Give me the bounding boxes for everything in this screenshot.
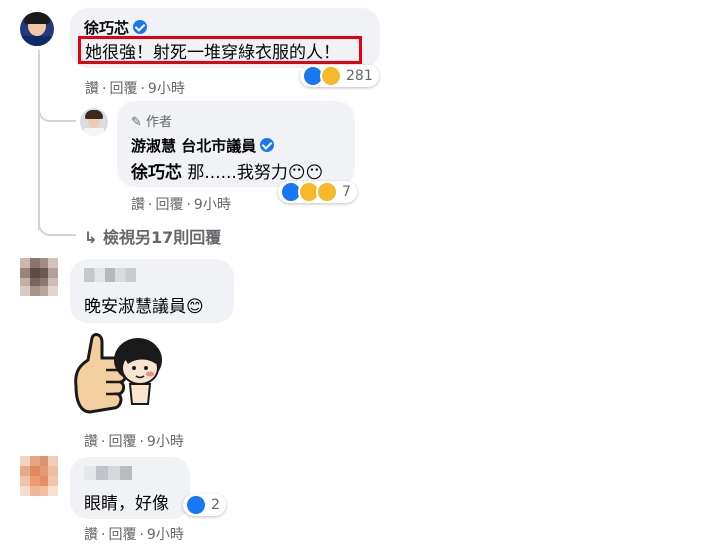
author-badge: ✎ 作者 xyxy=(131,115,173,130)
wow-icon xyxy=(316,181,338,203)
haha-icon xyxy=(320,65,342,87)
thread-line xyxy=(38,50,40,230)
avatar[interactable] xyxy=(20,12,54,46)
comment-text: 晚安淑慧議員😊 xyxy=(84,297,204,317)
reply-arrow-icon: ↳ xyxy=(84,228,98,247)
verified-badge-icon xyxy=(133,20,148,34)
like-icon xyxy=(185,494,207,516)
verified-badge-icon xyxy=(260,138,275,152)
comment-actions: 讚 · 回覆 · 9小時 xyxy=(84,431,184,451)
comment-actions: 讚 · 回覆 · 9小時 xyxy=(84,524,184,544)
mention-link[interactable]: 徐巧芯 xyxy=(131,163,182,183)
comment-actions: 讚 · 回覆 · 9小時 xyxy=(131,194,231,214)
view-more-replies-link[interactable]: ↳ 檢視另17則回覆 xyxy=(84,224,221,248)
comment-text-body: 那......我努力 xyxy=(182,163,288,183)
comment-text: 眼睛，好像 xyxy=(84,494,169,514)
comment-author[interactable]: 游淑慧 台北市議員 xyxy=(131,135,275,156)
comment-author[interactable]: 徐巧芯 xyxy=(84,17,148,38)
like-button[interactable]: 讚 xyxy=(85,78,99,98)
like-button[interactable]: 讚 xyxy=(131,194,145,214)
reply-button[interactable]: 回覆 xyxy=(155,194,183,214)
thread-curve xyxy=(38,216,76,236)
like-button[interactable]: 讚 xyxy=(84,431,98,451)
reaction-count: 7 xyxy=(342,184,351,200)
comment-text: 徐巧芯 那......我努力😶😶 xyxy=(131,158,323,183)
timestamp[interactable]: 9小時 xyxy=(147,431,184,451)
avatar[interactable] xyxy=(20,258,58,296)
like-button[interactable]: 讚 xyxy=(84,524,98,544)
comment-text: 她很強！射死一堆穿綠衣服的人！ xyxy=(85,43,340,63)
reply-button[interactable]: 回覆 xyxy=(108,524,136,544)
thumbs-up-sticker[interactable] xyxy=(68,324,168,424)
reply-button[interactable]: 回覆 xyxy=(109,78,137,98)
reaction-summary[interactable]: 2 xyxy=(183,494,226,516)
comment-actions: 讚 · 回覆 · 9小時 xyxy=(85,78,185,98)
reaction-count: 281 xyxy=(346,68,373,84)
avatar[interactable] xyxy=(80,108,108,136)
smile-emoji: 😊 xyxy=(186,297,204,317)
thread-curve xyxy=(38,100,76,122)
emoji: 😶😶 xyxy=(287,163,324,183)
reaction-summary[interactable]: 7 xyxy=(278,181,357,203)
comment-author[interactable] xyxy=(84,268,136,282)
avatar[interactable] xyxy=(20,456,58,496)
reaction-summary[interactable]: 281 xyxy=(300,65,379,87)
timestamp[interactable]: 9小時 xyxy=(148,78,185,98)
timestamp[interactable]: 9小時 xyxy=(194,194,231,214)
reaction-count: 2 xyxy=(211,497,220,513)
timestamp[interactable]: 9小時 xyxy=(147,524,184,544)
pencil-icon: ✎ xyxy=(131,115,142,130)
reply-button[interactable]: 回覆 xyxy=(108,431,136,451)
comment-author[interactable] xyxy=(84,466,132,480)
